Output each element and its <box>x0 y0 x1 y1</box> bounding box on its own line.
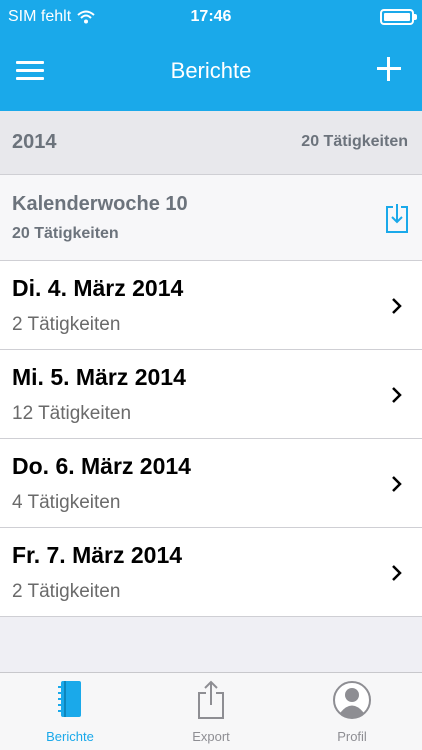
day-title: Mi. 5. März 2014 <box>12 364 186 390</box>
list-item[interactable]: Di. 4. März 2014 2 Tätigkeiten <box>0 261 422 350</box>
tab-export[interactable]: Export <box>141 673 281 750</box>
tab-label: Export <box>192 729 230 744</box>
share-icon <box>198 680 224 719</box>
chevron-right-icon <box>392 387 402 403</box>
tab-profil[interactable]: Profil <box>282 673 422 750</box>
day-activity-count: 2 Tätigkeiten <box>12 581 121 602</box>
list-item[interactable]: Do. 6. März 2014 4 Tätigkeiten <box>0 439 422 528</box>
add-button[interactable] <box>374 54 404 84</box>
status-bar: SIM fehlt 17:46 <box>0 0 422 34</box>
download-icon[interactable] <box>384 203 410 235</box>
day-activity-count: 12 Tätigkeiten <box>12 403 132 424</box>
notebook-icon <box>58 681 81 717</box>
battery-icon <box>380 9 417 25</box>
day-title: Di. 4. März 2014 <box>12 275 184 301</box>
tab-berichte[interactable]: Berichte <box>0 673 140 750</box>
year-activity-count: 20 Tätigkeiten <box>301 133 408 150</box>
day-title: Fr. 7. März 2014 <box>12 542 183 568</box>
person-icon <box>333 681 371 719</box>
chevron-right-icon <box>392 565 402 581</box>
navigation-bar: Berichte <box>0 34 422 111</box>
tab-label: Berichte <box>46 729 94 744</box>
list-item[interactable]: Fr. 7. März 2014 2 Tätigkeiten <box>0 528 422 617</box>
year-section-header: 2014 20 Tätigkeiten <box>0 111 422 175</box>
tab-label: Profil <box>337 729 367 744</box>
day-title: Do. 6. März 2014 <box>12 453 191 479</box>
list-item[interactable]: Mi. 5. März 2014 12 Tätigkeiten <box>0 350 422 439</box>
day-activity-count: 2 Tätigkeiten <box>12 314 121 335</box>
week-row: Kalenderwoche 10 20 Tätigkeiten <box>0 175 422 261</box>
week-activity-count: 20 Tätigkeiten <box>12 225 119 242</box>
tab-bar: Berichte Export Profil <box>0 672 422 750</box>
page-title: Berichte <box>170 58 252 83</box>
header: SIM fehlt 17:46 Berichte <box>0 0 422 111</box>
week-title: Kalenderwoche 10 <box>12 193 188 215</box>
chevron-right-icon <box>392 298 402 314</box>
status-time: 17:46 <box>190 8 232 25</box>
day-activity-count: 4 Tätigkeiten <box>12 492 121 513</box>
year-label: 2014 <box>12 131 57 153</box>
chevron-right-icon <box>392 476 402 492</box>
